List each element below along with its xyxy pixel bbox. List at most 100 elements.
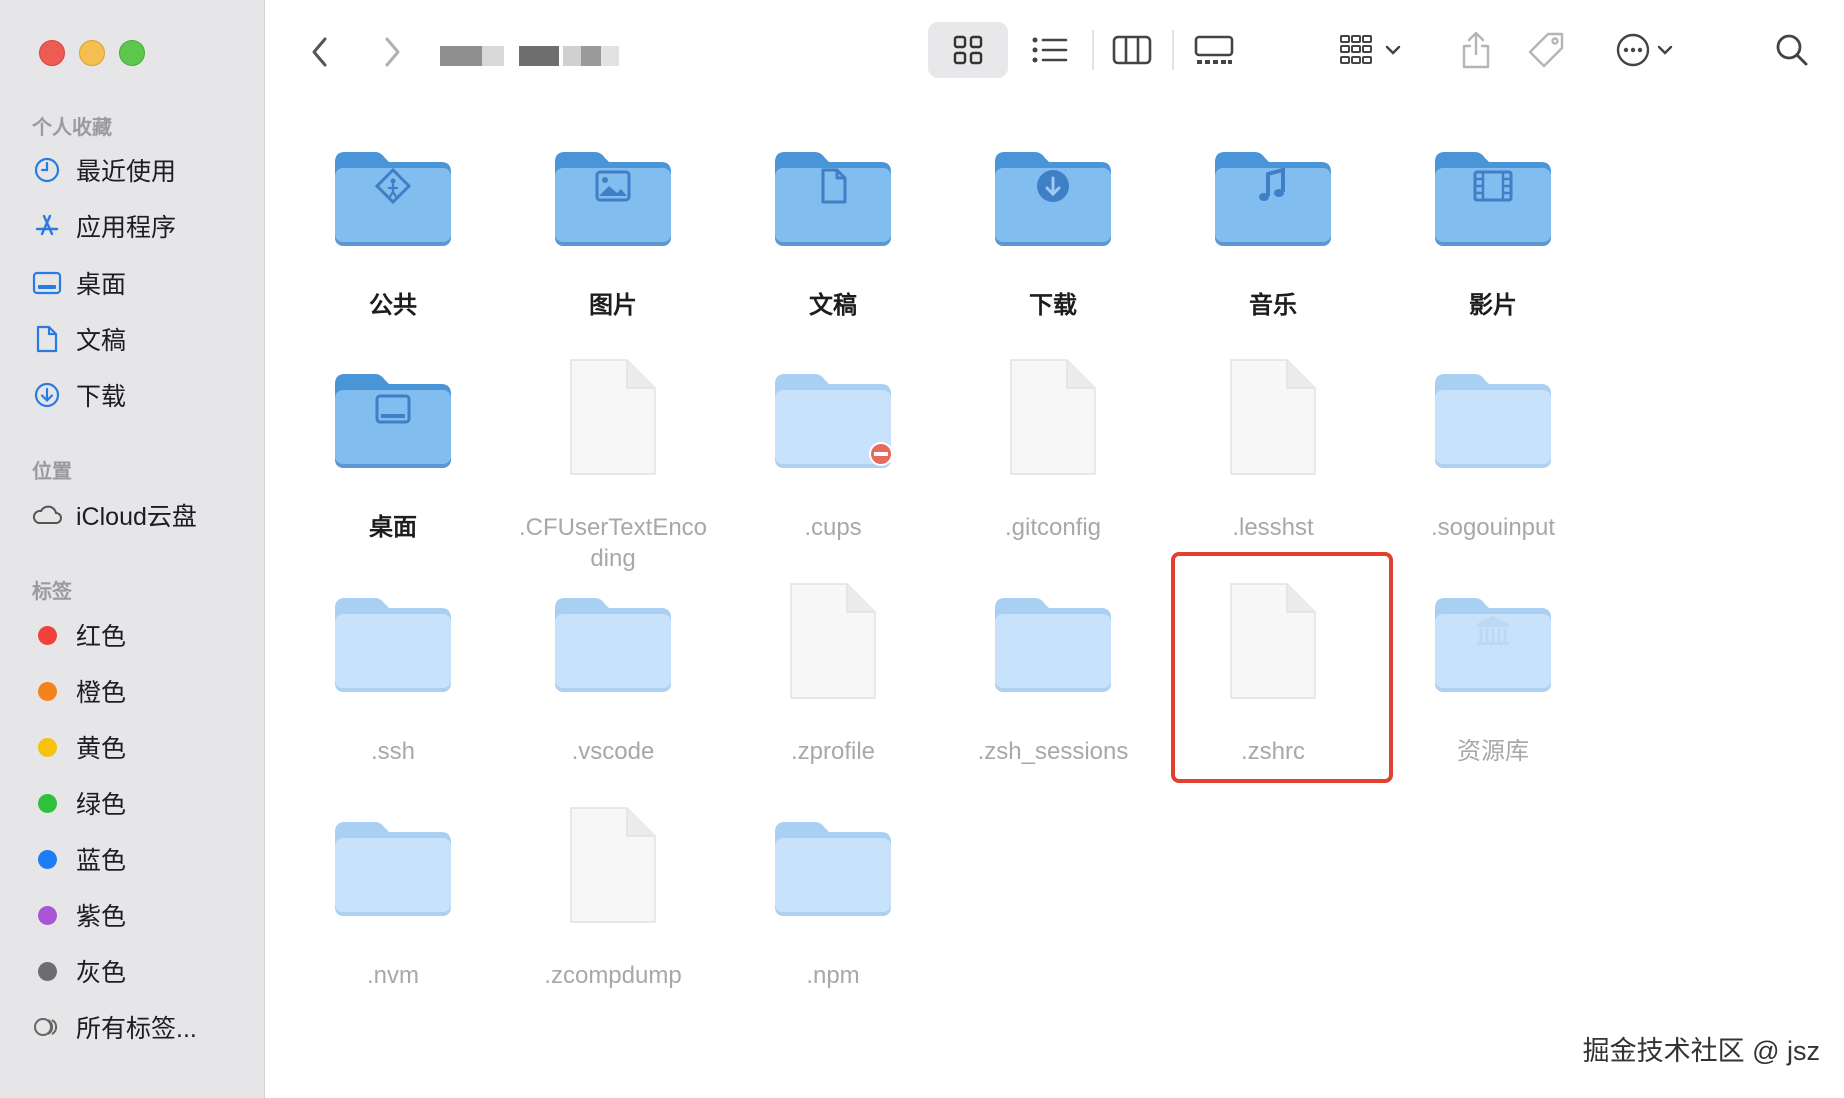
item-name: 图片 [589,292,637,319]
item-name: 音乐 [1249,292,1297,319]
folder-item[interactable]: .ssh [283,590,503,810]
sidebar-item-label: iCloud云盘 [76,503,197,531]
group-button[interactable] [1330,22,1410,78]
item-name: .vscode [571,738,655,765]
share-button[interactable] [1446,22,1506,78]
folder-item[interactable]: 公共 [283,144,503,364]
music-icon [1211,148,1335,257]
folder-icon [771,370,895,479]
close-window-button[interactable] [39,40,65,66]
item-name: .zprofile [790,738,876,765]
file-item[interactable]: .zprofile [723,583,943,810]
minimize-window-button[interactable] [79,40,105,66]
folder-item[interactable]: .zsh_sessions [943,590,1163,810]
item-name: 下载 [1029,292,1077,319]
folder-item[interactable]: 文稿 [723,144,943,364]
folder-item[interactable]: 图片 [503,144,723,364]
folder-item[interactable]: .npm [723,814,943,1034]
list-view-button[interactable] [1010,22,1090,78]
item-name: 公共 [369,292,417,319]
folder-item[interactable]: 影片 [1383,144,1603,364]
picture-icon [551,148,675,257]
file-icon [785,580,881,709]
file-icon [565,804,661,933]
more-actions-button[interactable] [1604,22,1684,78]
sidebar-tag-yellow[interactable]: 黄色 [30,725,250,769]
document-icon [30,322,64,356]
more-icon [1616,33,1650,67]
sidebar-tag-gray[interactable]: 灰色 [30,949,250,993]
folder-item[interactable]: 桌面 [283,366,503,586]
gallery-view-button[interactable] [1174,22,1254,78]
desktop-icon [331,370,455,479]
sidebar-item-label: 所有标签... [76,1015,197,1043]
folder-item[interactable]: 下载 [943,144,1163,364]
back-button[interactable] [302,30,338,74]
sidebar-item-applications[interactable]: 应用程序 [30,204,250,248]
folder-icon [771,818,895,927]
tag-button[interactable] [1516,22,1576,78]
locations-section-title: 位置 [32,461,72,483]
desktop-icon [30,266,64,300]
sidebar-item-label: 下载 [76,383,127,411]
sidebar-item-desktop[interactable]: 桌面 [30,261,250,305]
folder-item[interactable]: .vscode [503,590,723,810]
sidebar-item-documents[interactable]: 文稿 [30,317,250,361]
folder-item[interactable]: .cups [723,366,943,586]
back-chevron-icon [312,37,327,67]
gray-tag-dot [37,961,57,981]
zoom-window-button[interactable] [119,40,145,66]
tag-icon [1528,32,1564,68]
sidebar-item-downloads[interactable]: 下载 [30,373,250,417]
download-icon [30,378,64,412]
share-icon [1462,31,1490,69]
file-item[interactable]: .CFUserTextEncoding [503,359,723,586]
sidebar-item-label: 紫色 [76,903,127,931]
sidebar-tag-red[interactable]: 红色 [30,613,250,657]
library-icon [1431,594,1555,703]
document-icon [771,148,895,257]
icon-view-button[interactable] [928,22,1008,78]
file-item[interactable]: .gitconfig [943,359,1163,586]
all-tags-icon [30,1010,64,1044]
yellow-tag-dot [37,737,57,757]
public-icon [331,148,455,257]
sidebar-all-tags[interactable]: 所有标签... [30,1005,250,1049]
sidebar-tag-blue[interactable]: 蓝色 [30,837,250,881]
clock-icon [30,153,64,187]
item-name: .CFUserTextEncoding [518,514,708,572]
group-icon [1340,35,1372,64]
folder-item[interactable]: 资源库 [1383,590,1603,810]
sidebar-tag-purple[interactable]: 紫色 [30,893,250,937]
folder-item[interactable]: .nvm [283,814,503,1034]
sidebar-item-label: 应用程序 [76,214,177,242]
item-name: .ssh [370,738,415,765]
green-tag-dot [37,793,57,813]
sidebar-item-recents[interactable]: 最近使用 [30,148,250,192]
chevron-down-icon [1657,45,1673,55]
highlight-box [1171,552,1393,783]
forward-button[interactable] [374,30,410,74]
sidebar-item-icloud[interactable]: iCloud云盘 [30,493,250,537]
file-icon [565,356,661,485]
sidebar-tag-green[interactable]: 绿色 [30,781,250,825]
film-icon [1431,148,1555,257]
icon-view-icon [953,35,983,65]
purple-tag-dot [37,905,57,925]
column-view-button[interactable] [1092,22,1172,78]
sidebar-item-label: 黄色 [76,735,127,763]
forward-chevron-icon [385,37,400,67]
item-name: 影片 [1469,292,1517,319]
cloud-icon [30,498,64,532]
search-button[interactable] [1764,22,1820,78]
search-icon [1776,34,1808,66]
folder-item[interactable]: .sogouinput [1383,366,1603,586]
file-item[interactable]: .zcompdump [503,807,723,1034]
sidebar-tag-orange[interactable]: 橙色 [30,669,250,713]
gallery-view-icon [1194,35,1234,64]
item-name: .npm [806,962,860,989]
sidebar-item-label: 灰色 [76,959,127,987]
item-name: .sogouinput [1430,514,1556,541]
apps-icon [30,209,64,243]
folder-item[interactable]: 音乐 [1163,144,1383,364]
